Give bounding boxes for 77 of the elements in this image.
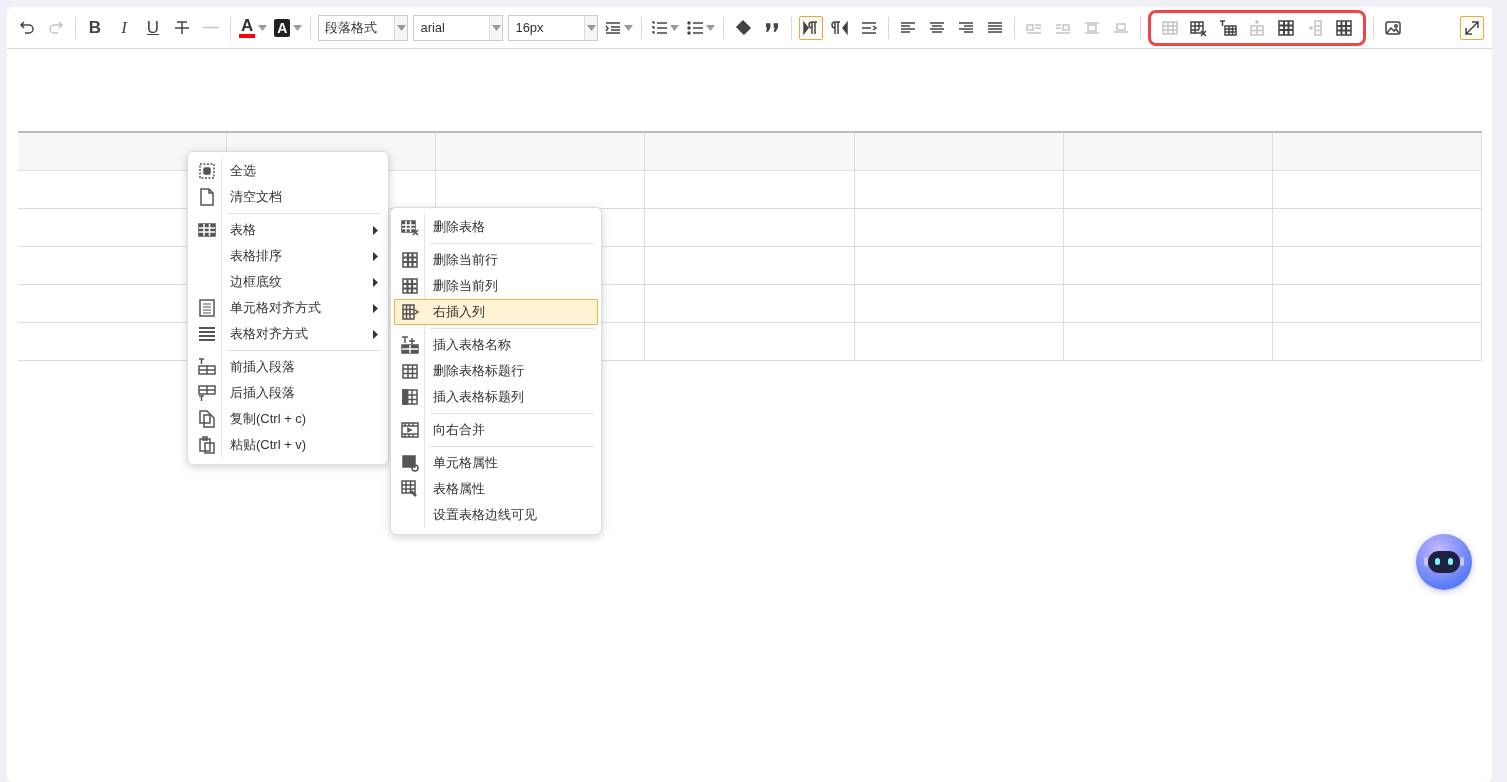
menu-item[interactable]: 前插入段落 bbox=[191, 354, 385, 380]
numbered-list-icon bbox=[650, 18, 669, 37]
menu-item[interactable]: 删除表格标题行 bbox=[394, 358, 598, 384]
delete-column-icon bbox=[1335, 18, 1354, 37]
select-all-icon bbox=[198, 162, 216, 180]
delete-row-icon bbox=[1277, 18, 1296, 37]
fullscreen-icon bbox=[1463, 18, 1481, 37]
fullscreen-button[interactable] bbox=[1460, 15, 1484, 40]
menu-item[interactable]: 表格属性 bbox=[394, 476, 598, 502]
menu-item[interactable]: 删除当前行 bbox=[394, 247, 598, 273]
font-color-button[interactable]: A bbox=[238, 15, 269, 40]
menu-item[interactable]: 清空文档 bbox=[191, 184, 385, 210]
paste-icon bbox=[198, 436, 216, 454]
table-caption-icon bbox=[401, 336, 419, 354]
delete-row-icon bbox=[401, 251, 419, 269]
caret-icon bbox=[624, 24, 634, 31]
menu-item[interactable]: 插入表格标题列 bbox=[394, 384, 598, 410]
delete-header-row-icon bbox=[401, 362, 419, 380]
insert-row-icon bbox=[1248, 18, 1267, 37]
bulleted-list-icon bbox=[686, 18, 705, 37]
horizontal-line-icon bbox=[203, 26, 219, 29]
menu-item[interactable]: 全选 bbox=[191, 158, 385, 184]
insert-header-column-icon bbox=[401, 388, 419, 406]
menu-item[interactable]: 复制(Ctrl + c) bbox=[191, 406, 385, 432]
caret-icon bbox=[396, 24, 406, 31]
table-icon bbox=[1161, 18, 1180, 37]
undo-icon bbox=[18, 18, 36, 37]
format-button[interactable]: B bbox=[83, 15, 107, 40]
table-properties-icon bbox=[401, 480, 419, 498]
menu-item[interactable]: 边框底纹 bbox=[191, 269, 385, 295]
delete-table-icon bbox=[1190, 18, 1209, 37]
insert-column-icon bbox=[401, 303, 419, 321]
menu-item[interactable]: 粘贴(Ctrl + v) bbox=[191, 432, 385, 458]
menu-item[interactable]: 设置表格边线可见 bbox=[394, 502, 598, 528]
menu-item[interactable]: 表格 bbox=[191, 217, 385, 243]
table-align-icon bbox=[198, 325, 216, 343]
dropdown-select[interactable]: 段落格式 bbox=[318, 14, 409, 41]
eraser-icon bbox=[734, 18, 753, 37]
highlight-color-button[interactable]: A bbox=[273, 15, 304, 40]
dropdown-select[interactable]: 16px bbox=[508, 14, 599, 41]
insert-column-icon bbox=[1306, 18, 1325, 37]
format-button[interactable]: U bbox=[141, 15, 165, 40]
menu-item[interactable]: 后插入段落 bbox=[191, 380, 385, 406]
menu-item[interactable]: 右插入列 bbox=[394, 299, 598, 325]
right-to-left-icon bbox=[831, 18, 850, 37]
caret-icon bbox=[670, 24, 680, 31]
caret-icon bbox=[293, 24, 303, 31]
delete-table-icon bbox=[401, 218, 419, 236]
table-icon bbox=[198, 221, 216, 239]
cell-align-icon bbox=[198, 299, 216, 317]
left-to-right-button[interactable] bbox=[799, 15, 824, 40]
caret-icon bbox=[258, 24, 268, 31]
copy-icon bbox=[198, 410, 216, 428]
caret-icon bbox=[706, 24, 716, 31]
menu-item[interactable]: 插入表格名称 bbox=[394, 332, 598, 358]
paragraph-before-icon bbox=[198, 358, 216, 376]
strikethrough-icon bbox=[173, 18, 191, 37]
image-icon bbox=[1384, 18, 1403, 37]
menu-item[interactable]: 向右合并 bbox=[394, 417, 598, 443]
redo-icon bbox=[47, 18, 65, 37]
menu-item[interactable]: 删除当前列 bbox=[394, 273, 598, 299]
caret-icon bbox=[491, 24, 501, 31]
menu-item[interactable]: 表格对齐方式 bbox=[191, 321, 385, 347]
menu-item[interactable]: 单元格对齐方式 bbox=[191, 295, 385, 321]
delete-column-icon bbox=[401, 277, 419, 295]
format-button[interactable]: I bbox=[112, 15, 136, 40]
quote-icon bbox=[766, 23, 779, 32]
menu-item[interactable]: 删除表格 bbox=[394, 214, 598, 240]
menu-item[interactable]: 单元格属性 bbox=[394, 450, 598, 476]
merge-right-icon bbox=[401, 421, 419, 439]
cell-properties-icon bbox=[401, 454, 419, 472]
caret-icon bbox=[586, 24, 596, 31]
document-icon bbox=[198, 188, 216, 206]
menu-item[interactable]: 表格排序 bbox=[191, 243, 385, 269]
paragraph-after-icon bbox=[198, 384, 216, 402]
dropdown-select[interactable]: arial bbox=[413, 14, 504, 41]
table-caption-icon bbox=[1219, 18, 1238, 37]
